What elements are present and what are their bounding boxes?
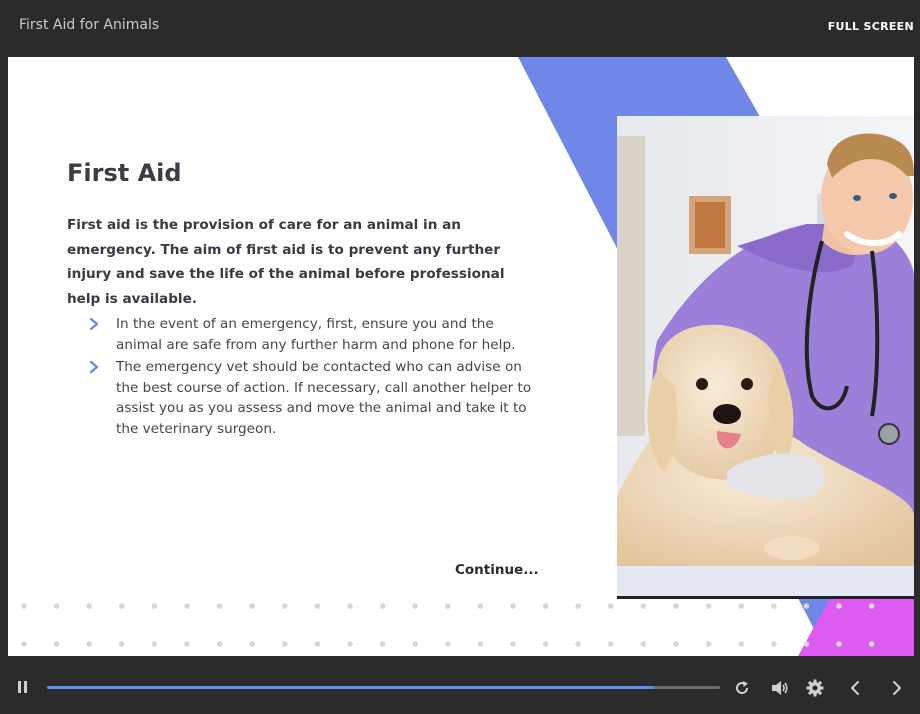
decorative-dot — [216, 641, 223, 647]
decorative-dot — [868, 641, 875, 647]
bullet-text: The emergency vet should be contacted wh… — [116, 359, 532, 437]
decorative-dot — [347, 603, 353, 609]
decorative-dot — [412, 641, 419, 647]
decorative-dot — [608, 603, 614, 609]
decorative-dot — [119, 641, 125, 647]
volume-icon[interactable] — [771, 680, 789, 696]
decorative-dot — [640, 641, 647, 647]
decorative-dot — [608, 641, 614, 647]
decorative-dot — [347, 641, 353, 647]
dot-pattern-decoration — [21, 603, 875, 647]
decorative-dot — [477, 603, 484, 609]
decorative-dot — [510, 603, 516, 609]
replay-icon[interactable] — [734, 680, 750, 696]
intro-paragraph: First aid is the provision of care for a… — [67, 217, 505, 307]
decorative-dot — [282, 641, 288, 647]
decorative-dot — [379, 641, 386, 647]
decorative-dot — [151, 603, 158, 609]
decorative-dot — [53, 603, 60, 609]
player-controls — [0, 656, 920, 714]
decorative-dot — [249, 641, 255, 647]
decorative-dot — [673, 641, 679, 647]
decorative-dot — [738, 603, 744, 609]
decorative-dot — [542, 603, 549, 609]
decorative-dot — [216, 603, 223, 609]
decorative-dot — [575, 641, 581, 647]
continue-button[interactable]: Continue... — [455, 562, 539, 578]
slide-heading: First Aid — [67, 159, 182, 187]
decorative-dot — [836, 603, 842, 609]
decorative-dot — [184, 641, 190, 647]
decorative-dot — [771, 641, 777, 647]
decorative-dot — [282, 603, 288, 609]
full-screen-button[interactable]: FULL SCREEN — [828, 20, 914, 33]
chevron-right-icon — [89, 360, 99, 374]
progress-bar[interactable] — [47, 686, 720, 689]
pause-icon[interactable] — [17, 680, 29, 694]
decorative-dot — [445, 603, 451, 609]
decorative-dot — [21, 641, 27, 647]
decorative-dot — [575, 603, 581, 609]
decorative-dot — [86, 603, 92, 609]
decorative-dot — [314, 641, 321, 647]
progress-fill — [47, 686, 655, 689]
decorative-dot — [477, 641, 484, 647]
decorative-dot — [86, 641, 92, 647]
decorative-dot — [705, 641, 712, 647]
decorative-dot — [21, 603, 27, 609]
next-icon[interactable] — [891, 680, 903, 696]
decorative-dot — [868, 603, 875, 609]
slide-canvas: First Aid First aid is the provision of … — [8, 57, 914, 656]
decorative-dot — [510, 641, 516, 647]
previous-icon[interactable] — [849, 680, 861, 696]
decorative-dot — [314, 603, 321, 609]
bullet-item: In the event of an emergency, first, ens… — [88, 314, 538, 355]
decorative-dot — [445, 641, 451, 647]
decorative-dot — [771, 603, 777, 609]
decorative-dot — [738, 641, 744, 647]
bullet-item: The emergency vet should be contacted wh… — [88, 357, 538, 439]
decorative-dot — [412, 603, 419, 609]
decorative-dot — [379, 603, 386, 609]
decorative-dot — [542, 641, 549, 647]
decorative-dot — [640, 603, 647, 609]
bullet-text: In the event of an emergency, first, ens… — [116, 316, 516, 353]
decorative-dot — [184, 603, 190, 609]
chevron-right-icon — [89, 317, 99, 331]
bullet-list: In the event of an emergency, first, ens… — [88, 314, 538, 441]
vet-with-dog-photo — [617, 116, 914, 599]
decorative-dot — [836, 641, 842, 647]
course-title: First Aid for Animals — [19, 17, 160, 33]
settings-icon[interactable] — [806, 679, 824, 697]
top-bar: First Aid for Animals FULL SCREEN — [0, 0, 920, 56]
decorative-dot — [249, 603, 255, 609]
decorative-dot — [673, 603, 679, 609]
decorative-dot — [53, 641, 60, 647]
decorative-dot — [151, 641, 158, 647]
decorative-dot — [705, 603, 712, 609]
decorative-dot — [803, 603, 810, 609]
decorative-dot — [119, 603, 125, 609]
decorative-dot — [803, 641, 810, 647]
